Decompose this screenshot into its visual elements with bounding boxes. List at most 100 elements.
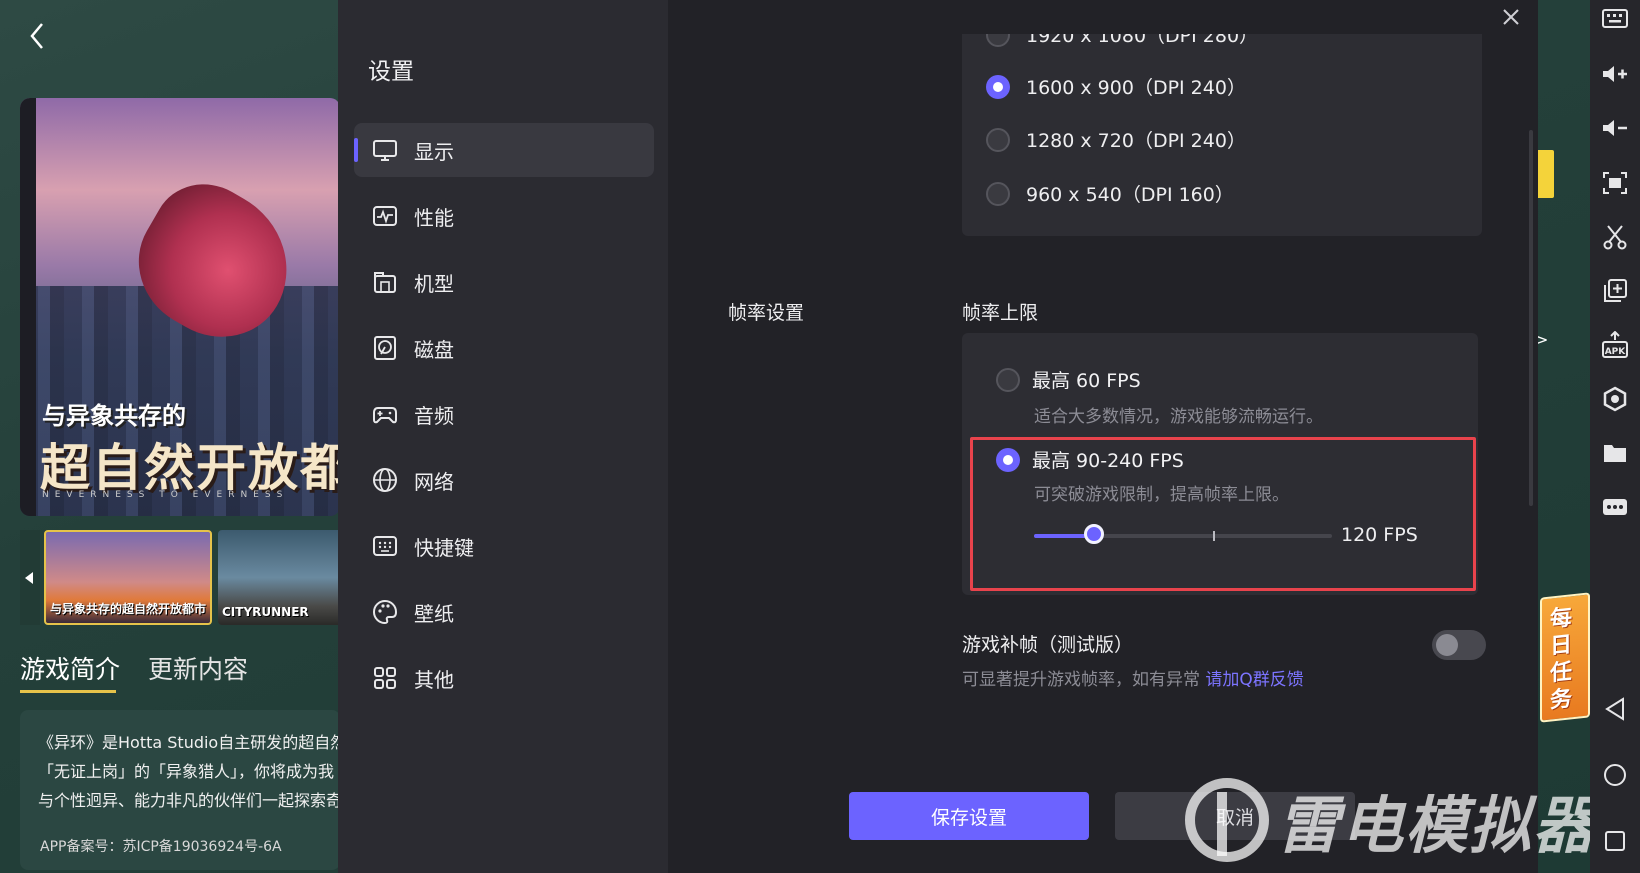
resolution-option[interactable]: 1280 x 720（DPI 240） xyxy=(986,126,1246,153)
home-circle-icon xyxy=(1604,764,1626,786)
tab-update[interactable]: 更新内容 xyxy=(148,650,248,686)
framerate-cap-label: 帧率上限 xyxy=(962,302,1039,324)
more-icon xyxy=(1603,499,1627,515)
sidebar-item-performance[interactable]: 性能 xyxy=(354,189,654,243)
resolution-option[interactable]: 1920 x 1080（DPI 280） xyxy=(986,34,1258,48)
back-arrow-icon[interactable] xyxy=(24,20,52,52)
thumbnail-prev-button[interactable] xyxy=(20,530,40,625)
radio-button[interactable] xyxy=(986,34,1010,47)
qq-group-feedback-link[interactable]: 请加Q群反馈 xyxy=(1205,670,1303,690)
android-back-button[interactable] xyxy=(1600,694,1630,724)
radio-button[interactable] xyxy=(996,367,1020,392)
slider-tick xyxy=(1212,531,1215,541)
sidebar-item-label: 其他 xyxy=(414,667,454,692)
fps-option-title: 最高 60 FPS xyxy=(1032,370,1141,392)
scissors-button[interactable] xyxy=(1600,222,1630,252)
thumbnail-strip: 与异象共存的超自然开放都市 CITYRUNNER xyxy=(20,530,386,625)
radio-button-selected[interactable] xyxy=(986,74,1010,99)
resolution-list: 1920 x 1080（DPI 280） 1600 x 900（DPI 240）… xyxy=(962,34,1482,236)
sidebar-item-shortcuts[interactable]: 快捷键 xyxy=(354,519,654,573)
icp-record: APP备案号：苏ICP备19036924号-6A xyxy=(40,839,282,855)
fps-slider[interactable] xyxy=(1034,524,1332,544)
sidebar-item-label: 壁纸 xyxy=(414,601,454,626)
frame-interpolation-label: 游戏补帧（测试版） xyxy=(962,634,1134,656)
svg-text:APK: APK xyxy=(1605,347,1627,357)
multi-instance-button[interactable] xyxy=(1600,276,1630,306)
cancel-button[interactable]: 取消 xyxy=(1115,792,1355,840)
sidebar-item-audio[interactable]: 音频 xyxy=(354,387,654,441)
sidebar-item-label: 网络 xyxy=(414,469,454,494)
framerate-section-label: 帧率设置 xyxy=(728,302,805,324)
back-triangle-icon xyxy=(1605,697,1624,721)
recent-square-icon xyxy=(1605,831,1625,851)
globe-icon xyxy=(373,468,397,492)
radio-button[interactable] xyxy=(986,127,1010,152)
sidebar-item-label: 性能 xyxy=(414,205,454,230)
palette-icon xyxy=(373,599,398,625)
sidebar-item-other[interactable]: 其他 xyxy=(354,651,654,705)
sidebar-item-disk[interactable]: 磁盘 xyxy=(354,321,654,375)
resolution-label: 960 x 540（DPI 160） xyxy=(1026,184,1234,206)
daily-task-badge[interactable]: 每日任务 xyxy=(1540,592,1590,723)
intro-line: 《异环》是Hotta Studio自主研发的超自然 xyxy=(38,733,347,752)
keyboard-map-icon xyxy=(1602,9,1628,28)
intro-line: 与个性迥异、能力非凡的伙伴们一起探索奇 xyxy=(38,791,343,810)
keyboard-icon xyxy=(373,536,397,556)
apk-install-button[interactable]: APK xyxy=(1600,330,1630,360)
settings-hex-button[interactable] xyxy=(1600,384,1630,414)
sidebar-item-wallpaper[interactable]: 壁纸 xyxy=(354,585,654,639)
scrollbar[interactable] xyxy=(1529,130,1533,506)
tab-intro[interactable]: 游戏简介 xyxy=(20,650,120,693)
volume-down-button[interactable] xyxy=(1600,113,1630,143)
thumbnail-1[interactable]: 与异象共存的超自然开放都市 xyxy=(44,530,212,625)
apk-install-icon: APK xyxy=(1602,331,1628,358)
volume-down-icon xyxy=(1603,120,1627,136)
keyboard-map-button[interactable] xyxy=(1600,4,1630,34)
framerate-options: 最高 60 FPS 适合大多数情况，游戏能够流畅运行。 最高 90-240 FP… xyxy=(962,333,1478,595)
caret-left-icon xyxy=(25,571,33,584)
fps-option-title: 最高 90-240 FPS xyxy=(1032,450,1184,472)
hero-tagline: NEVERNESS TO EVERNESS xyxy=(42,490,289,500)
monitor-icon xyxy=(373,140,397,161)
radio-button-selected[interactable] xyxy=(996,447,1020,472)
slider-thumb[interactable] xyxy=(1083,524,1104,544)
thumbnail-caption: CITYRUNNER xyxy=(222,605,309,619)
background-yellow-tab[interactable] xyxy=(1536,150,1554,198)
resolution-option[interactable]: 1600 x 900（DPI 240） xyxy=(986,73,1246,100)
resolution-label: 1920 x 1080（DPI 280） xyxy=(1026,34,1259,47)
frame-interpolation-toggle[interactable] xyxy=(1432,630,1486,660)
sidebar-item-label: 机型 xyxy=(414,271,454,296)
game-hero-image[interactable]: 与异象共存的 超自然开放都 NEVERNESS TO EVERNESS xyxy=(20,98,340,516)
radio-button[interactable] xyxy=(986,181,1010,206)
performance-icon xyxy=(373,206,397,226)
more-button[interactable] xyxy=(1600,492,1630,522)
grid-icon xyxy=(374,667,396,689)
screenshot-button[interactable] xyxy=(1600,168,1630,198)
fps-option-90-240[interactable]: 最高 90-240 FPS xyxy=(996,446,1184,473)
fps-option-60[interactable]: 最高 60 FPS xyxy=(996,366,1141,393)
fps-option-desc: 可突破游戏限制，提高帧率上限。 xyxy=(1034,485,1289,505)
folder-icon xyxy=(1604,445,1626,462)
multi-instance-icon xyxy=(1604,279,1627,302)
sidebar-item-network[interactable]: 网络 xyxy=(354,453,654,507)
android-recent-button[interactable] xyxy=(1600,826,1630,856)
sidebar-item-label: 快捷键 xyxy=(414,535,474,560)
volume-up-icon xyxy=(1603,66,1627,82)
device-model-icon xyxy=(374,272,396,293)
android-home-button[interactable] xyxy=(1600,760,1630,790)
thumbnail-caption: 与异象共存的超自然开放都市 xyxy=(50,602,207,616)
folder-button[interactable] xyxy=(1600,438,1630,468)
save-button[interactable]: 保存设置 xyxy=(849,792,1089,840)
close-icon[interactable] xyxy=(1498,4,1524,30)
settings-title: 设置 xyxy=(368,59,414,85)
screenshot-icon xyxy=(1603,172,1627,194)
gamepad-icon xyxy=(373,407,397,424)
sidebar-item-display[interactable]: 显示 xyxy=(354,123,654,177)
resolution-option[interactable]: 960 x 540（DPI 160） xyxy=(986,180,1234,207)
volume-up-button[interactable] xyxy=(1600,59,1630,89)
toggle-knob xyxy=(1436,634,1458,656)
sidebar-item-device-model[interactable]: 机型 xyxy=(354,255,654,309)
resolution-label: 1280 x 720（DPI 240） xyxy=(1026,130,1246,152)
fps-option-desc: 适合大多数情况，游戏能够流畅运行。 xyxy=(1034,407,1323,427)
frame-interpolation-desc: 可显著提升游戏帧率，如有异常 请加Q群反馈 xyxy=(962,665,1304,690)
